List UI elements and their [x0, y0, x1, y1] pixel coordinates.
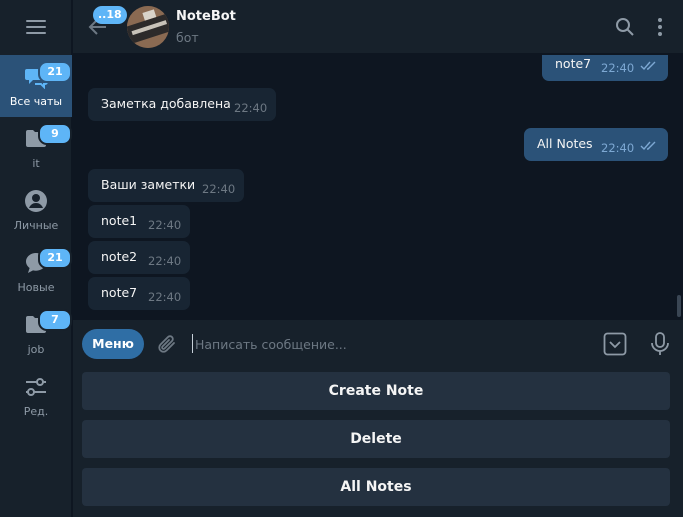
scrollbar[interactable]	[677, 295, 681, 317]
message-incoming[interactable]: Заметка добавлена 22:40	[88, 88, 276, 121]
message-list[interactable]: note7 22:40 Заметка добавлена 22:40 All …	[73, 55, 683, 319]
person-icon	[25, 190, 47, 212]
search-icon[interactable]	[615, 17, 635, 37]
message-text: Ваши заметки	[101, 177, 196, 192]
message-text: note7	[101, 285, 138, 300]
folder-all-chats[interactable]: 21 Все чаты	[0, 55, 72, 117]
bot-menu-button[interactable]: Меню	[82, 329, 144, 359]
message-time: 22:40	[148, 290, 182, 304]
message-time: 22:40	[202, 182, 236, 196]
folder-label: Личные	[13, 219, 59, 232]
message-text: All Notes	[537, 136, 593, 151]
folder-label: Ред.	[23, 405, 49, 418]
folder-label: job	[27, 343, 45, 356]
bot-avatar[interactable]	[127, 6, 169, 48]
folder-personal[interactable]: Личные	[0, 179, 72, 241]
unread-count-badge: ..18	[93, 6, 127, 24]
create-note-button[interactable]: Create Note	[82, 372, 670, 410]
chat-subtitle: бот	[176, 30, 199, 45]
folder-unread-badge: 7	[38, 309, 72, 331]
more-options-icon[interactable]	[653, 17, 667, 37]
folders-sidebar: 21 Все чаты 9 it Личные 21 Новые 7 job Р…	[0, 0, 72, 517]
message-text: note7	[555, 56, 592, 71]
delete-button[interactable]: Delete	[82, 420, 670, 458]
message-text: note2	[101, 249, 138, 264]
message-time: 22:40	[148, 218, 182, 232]
message-incoming[interactable]: note7 22:40	[88, 277, 190, 310]
folder-label: Новые	[17, 281, 55, 294]
read-double-check-icon	[640, 61, 656, 71]
message-outgoing[interactable]: All Notes 22:40	[524, 128, 668, 161]
folder-label: Все чаты	[9, 95, 63, 108]
folder-edit[interactable]: Ред.	[0, 365, 72, 427]
folder-unread-badge: 21	[38, 247, 72, 269]
compose-bar: Меню	[73, 319, 683, 367]
menu-burger-icon[interactable]	[26, 20, 46, 34]
message-incoming[interactable]: note2 22:40	[88, 241, 190, 274]
bot-reply-keyboard: Create Note Delete All Notes	[73, 367, 683, 517]
microphone-icon[interactable]	[650, 332, 670, 356]
message-outgoing[interactable]: note7 22:40	[542, 55, 668, 81]
chat-title[interactable]: NoteBot	[176, 9, 236, 24]
folder-it[interactable]: 9 it	[0, 117, 72, 179]
message-incoming[interactable]: Ваши заметки 22:40	[88, 169, 244, 202]
read-double-check-icon	[640, 141, 656, 151]
bot-keyboard-toggle-icon[interactable]	[603, 332, 627, 356]
folder-label: it	[32, 157, 40, 170]
message-text: note1	[101, 213, 138, 228]
folder-new[interactable]: 21 Новые	[0, 241, 72, 303]
edit-folders-icon	[26, 378, 46, 396]
folder-unread-badge: 9	[38, 123, 72, 145]
folder-unread-badge: 21	[38, 61, 72, 83]
message-time: 22:40	[148, 254, 182, 268]
message-time: 22:40	[601, 61, 635, 75]
message-text: Заметка добавлена	[101, 96, 231, 111]
text-caret	[192, 334, 193, 353]
paperclip-icon[interactable]	[156, 333, 178, 355]
all-notes-button[interactable]: All Notes	[82, 468, 670, 506]
message-time: 22:40	[601, 141, 635, 155]
notebook-image-icon	[127, 6, 169, 48]
folder-job[interactable]: 7 job	[0, 303, 72, 365]
message-time: 22:40	[234, 101, 268, 115]
message-input[interactable]	[195, 332, 585, 356]
chat-header: ..18 NoteBot бот	[73, 0, 683, 54]
message-incoming[interactable]: note1 22:40	[88, 205, 190, 238]
